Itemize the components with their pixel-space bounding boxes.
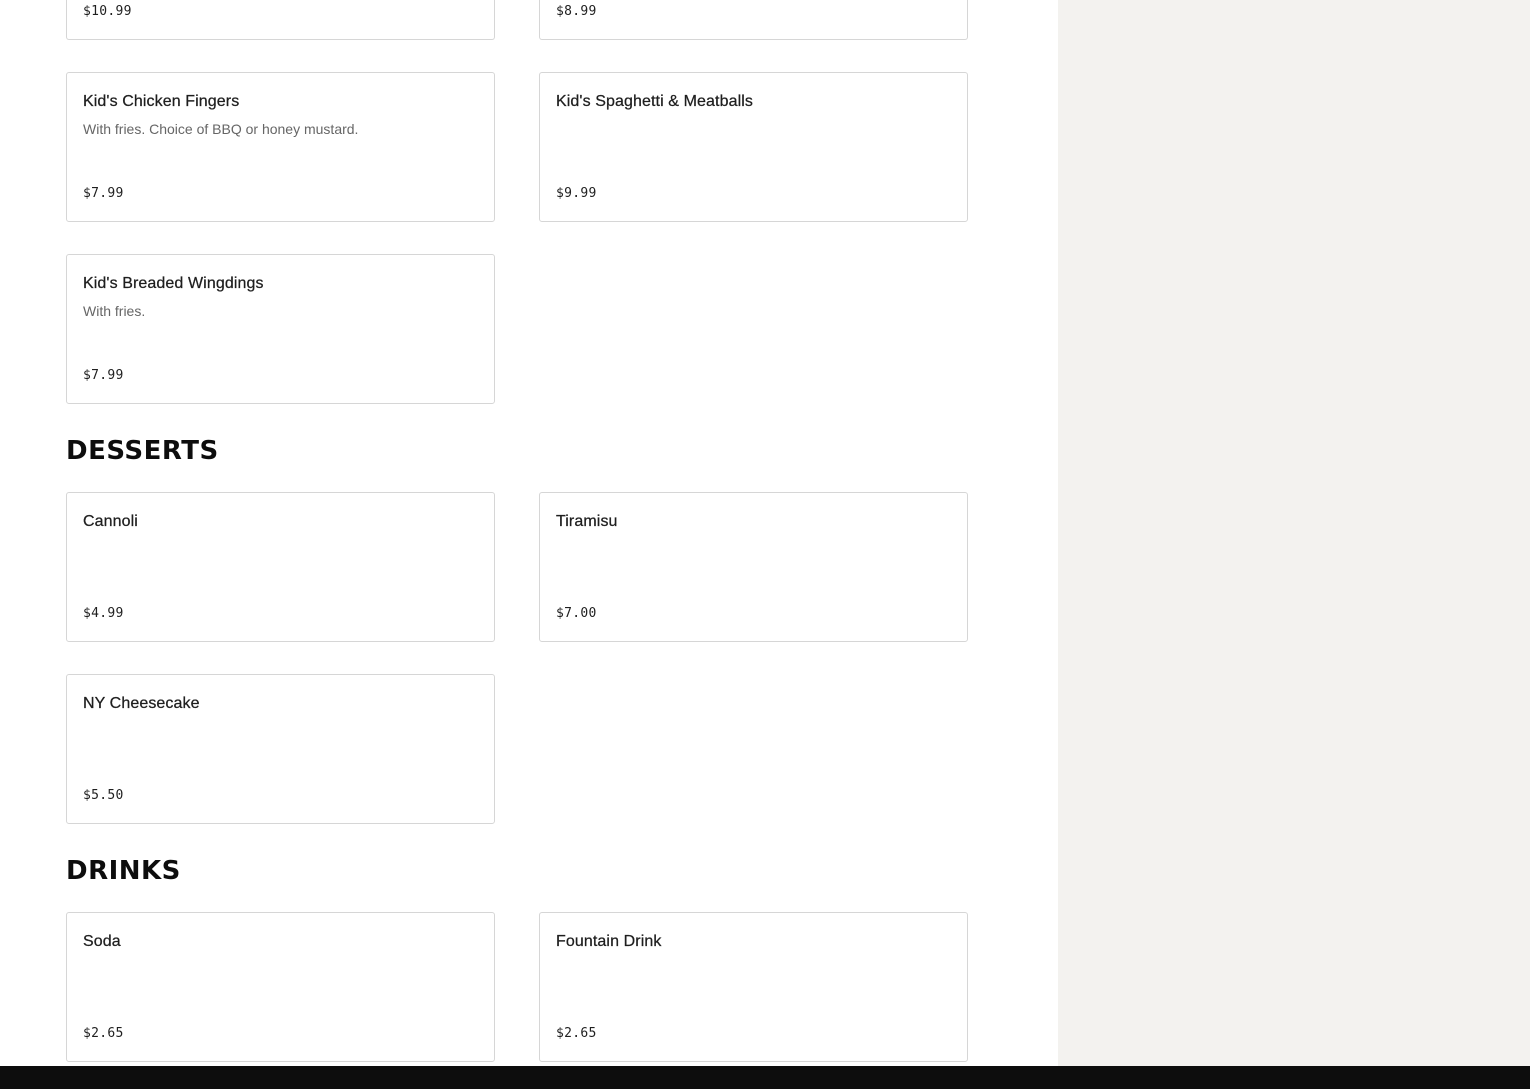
- sidebar-panel: [1058, 0, 1530, 1066]
- item-price: $8.99: [556, 4, 597, 19]
- item-name: Fountain Drink: [556, 933, 662, 950]
- item-price: $5.50: [83, 788, 124, 803]
- item-name: Kid's Chicken Fingers: [83, 93, 240, 110]
- menu-page: $10.99 $8.99 Kid's Chicken Fingers With …: [0, 0, 1530, 1089]
- menu-content: $10.99 $8.99 Kid's Chicken Fingers With …: [0, 0, 1058, 1066]
- footer-bar: [0, 1066, 1530, 1089]
- menu-item-card[interactable]: Fountain Drink $2.65: [539, 912, 968, 1062]
- menu-item-card[interactable]: NY Cheesecake $5.50: [66, 674, 495, 824]
- menu-item-card[interactable]: Kid's Spaghetti & Meatballs $9.99: [539, 72, 968, 222]
- item-price: $9.99: [556, 186, 597, 201]
- item-price: $7.99: [83, 186, 124, 201]
- item-name: Tiramisu: [556, 513, 618, 530]
- item-price: $4.99: [83, 606, 124, 621]
- menu-item-card[interactable]: Cannoli $4.99: [66, 492, 495, 642]
- menu-item-card[interactable]: $10.99: [66, 0, 495, 40]
- menu-item-card[interactable]: Kid's Breaded Wingdings With fries. $7.9…: [66, 254, 495, 404]
- menu-item-card[interactable]: Kid's Chicken Fingers With fries. Choice…: [66, 72, 495, 222]
- item-description: With fries. Choice of BBQ or honey musta…: [83, 121, 359, 137]
- section-title-drinks: DRINKS: [66, 856, 181, 886]
- item-price: $10.99: [83, 4, 132, 19]
- menu-item-card[interactable]: Tiramisu $7.00: [539, 492, 968, 642]
- item-name: Soda: [83, 933, 121, 950]
- item-name: NY Cheesecake: [83, 695, 200, 712]
- item-name: Kid's Spaghetti & Meatballs: [556, 93, 753, 110]
- menu-item-card[interactable]: $8.99: [539, 0, 968, 40]
- item-description: With fries.: [83, 303, 146, 319]
- item-price: $7.99: [83, 368, 124, 383]
- item-name: Cannoli: [83, 513, 138, 530]
- item-price: $2.65: [556, 1026, 597, 1041]
- item-name: Kid's Breaded Wingdings: [83, 275, 264, 292]
- item-price: $7.00: [556, 606, 597, 621]
- section-title-desserts: DESSERTS: [66, 436, 219, 466]
- menu-item-card[interactable]: Soda $2.65: [66, 912, 495, 1062]
- item-price: $2.65: [83, 1026, 124, 1041]
